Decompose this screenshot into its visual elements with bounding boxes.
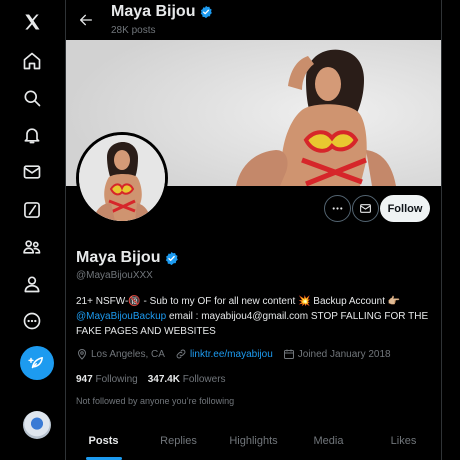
profile-avatar[interactable]: [76, 132, 168, 224]
message-button[interactable]: [352, 195, 379, 222]
profile-column: Maya Bijou 28K posts Follow Maya Bijou @…: [65, 0, 442, 460]
arrow-left-icon: [80, 14, 92, 26]
location-text: Los Angeles, CA: [91, 348, 165, 360]
not-followed-notice: Not followed by anyone you’re following: [76, 396, 235, 406]
mail-icon: [360, 204, 371, 213]
tab-highlights[interactable]: Highlights: [216, 422, 291, 460]
follow-counts: 947 Following 347.4K Followers: [76, 374, 226, 385]
more-options-button[interactable]: [324, 195, 351, 222]
joined-text: Joined January 2018: [297, 348, 391, 360]
post-count: 28K posts: [111, 25, 156, 36]
followers-label: Followers: [182, 374, 226, 385]
tab-likes[interactable]: Likes: [366, 422, 441, 460]
profile-tabs: Posts Replies Highlights Media Likes: [66, 422, 441, 460]
messages-icon[interactable]: [16, 156, 48, 188]
location-item: Los Angeles, CA: [76, 348, 165, 360]
profile-meta: Los Angeles, CA linktr.ee/mayabijou Join…: [76, 348, 436, 360]
home-icon[interactable]: [16, 45, 48, 77]
profile-bio: 21+ NSFW-🔞 - Sub to my OF for all new co…: [76, 294, 434, 339]
x-logo-icon[interactable]: [16, 6, 48, 38]
communities-icon[interactable]: [16, 231, 48, 263]
followers-link[interactable]: 347.4K Followers: [148, 374, 226, 385]
website-link[interactable]: linktr.ee/mayabijou: [190, 349, 273, 360]
grok-icon[interactable]: [16, 194, 48, 226]
followers-count: 347.4K: [147, 374, 180, 385]
tab-replies[interactable]: Replies: [141, 422, 216, 460]
profile-handle: @MayaBijouXXX: [76, 270, 153, 281]
compose-button[interactable]: [20, 346, 54, 380]
tab-media[interactable]: Media: [291, 422, 366, 460]
profile-icon[interactable]: [16, 268, 48, 300]
ellipsis-icon: [332, 207, 343, 210]
joined-item: Joined January 2018: [283, 348, 391, 360]
header-name-text: Maya Bijou: [111, 3, 196, 20]
website-item: linktr.ee/mayabijou: [175, 348, 273, 360]
left-nav-rail: [0, 0, 64, 460]
header-name: Maya Bijou: [111, 3, 213, 21]
back-button[interactable]: [72, 6, 100, 34]
location-pin-icon: [77, 349, 87, 360]
compose-icon: [28, 357, 43, 369]
bio-text-line1: 21+ NSFW-🔞 - Sub to my OF for all new co…: [76, 296, 401, 307]
account-avatar[interactable]: [23, 411, 51, 439]
link-icon: [176, 349, 186, 359]
profile-header-bar: Maya Bijou 28K posts: [66, 0, 441, 40]
verified-badge-icon[interactable]: [164, 251, 179, 266]
display-name-text: Maya Bijou: [76, 249, 161, 266]
notifications-icon[interactable]: [16, 119, 48, 151]
tab-posts[interactable]: Posts: [66, 422, 141, 460]
more-icon[interactable]: [16, 305, 48, 337]
following-link[interactable]: 947 Following: [76, 374, 138, 385]
following-count: 947: [76, 374, 93, 385]
following-label: Following: [95, 374, 138, 385]
display-name: Maya Bijou: [76, 249, 179, 267]
follow-button[interactable]: Follow: [380, 195, 430, 222]
verified-badge-icon: [201, 5, 213, 19]
search-icon[interactable]: [16, 82, 48, 114]
bio-mention-link[interactable]: @MayaBijouBackup: [76, 311, 166, 322]
calendar-icon: [283, 349, 294, 359]
avatar-photo: [79, 135, 165, 221]
